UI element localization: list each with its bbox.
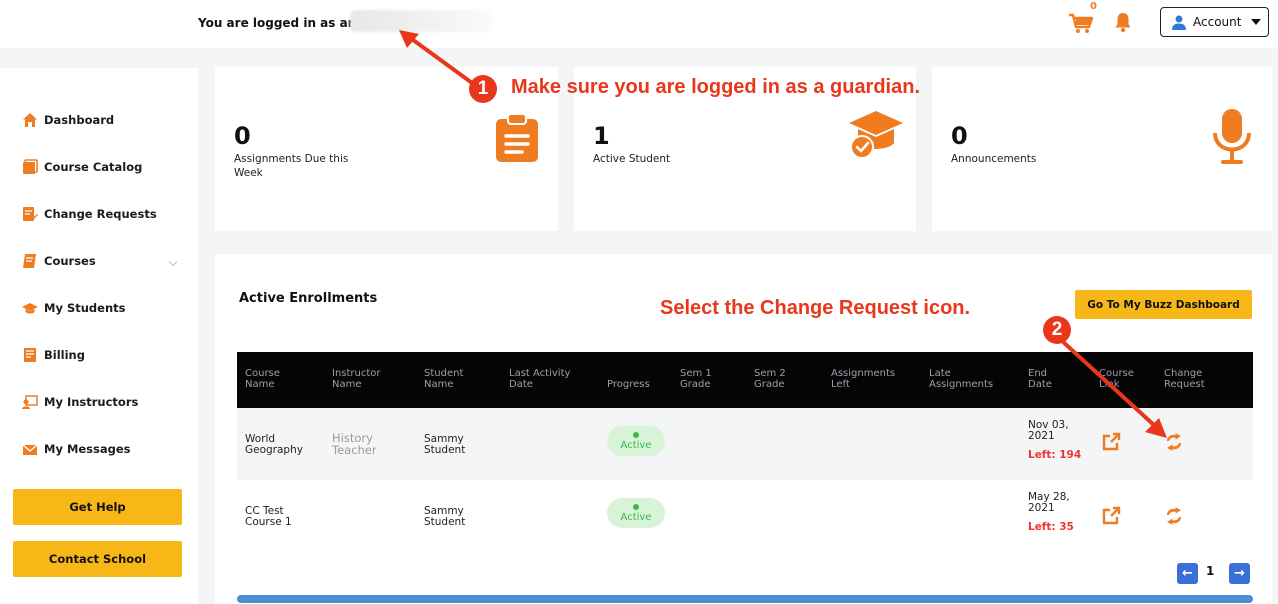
status-dot [633,431,639,438]
sidebar-item-courses[interactable]: Courses [22,249,182,273]
end-date-cell: May 28, 2021 [1028,491,1070,514]
sidebar-item-dashboard[interactable]: Dashboard [22,108,182,132]
sidebar-item-label: My Instructors [44,395,139,409]
stat-label: Assignments Due this Week [234,153,349,179]
active-enrollments-panel: Active Enrollments Select the Change Req… [215,254,1272,604]
column-header: Last Activity Date [509,368,571,390]
stat-card-announcements: 0 Announcements [932,67,1272,231]
stat-number: 0 [951,122,968,150]
column-header: Sem 1 Grade [680,368,712,390]
student-name-cell: Sammy Student [424,505,466,528]
step-2-instruction: Select the Change Request icon. [660,297,971,319]
external-link-icon[interactable] [1101,506,1121,526]
sidebar: Dashboard Course Catalog Change Requests… [0,68,198,604]
cart-count-badge: 0 [1090,1,1097,12]
course-name-cell: CC Test Course 1 [245,505,292,528]
sidebar-item-label: Change Requests [44,207,157,221]
column-header: Late Assignments [929,368,994,390]
top-bar: You are logged in as an 0 Account [0,0,1278,48]
column-header: Student Name [424,368,464,390]
instructor-icon [22,395,38,409]
sidebar-item-label: My Messages [44,442,131,456]
login-status-text: You are logged in as an [198,16,357,30]
graduation-cap-icon [22,303,38,314]
student-name-cell: Sammy Student [424,433,466,456]
sidebar-item-billing[interactable]: Billing [22,343,182,367]
sidebar-item-course-catalog[interactable]: Course Catalog [22,155,182,179]
stat-number: 0 [234,122,251,150]
status-dot [633,503,639,510]
next-page-button[interactable]: → [1229,563,1250,584]
user-icon [1172,15,1186,30]
column-header: Sem 2 Grade [754,368,786,390]
stat-label: Announcements [951,153,1037,165]
catalog-icon [23,159,38,174]
status-badge: Active [607,498,665,528]
column-header: End Date [1028,368,1052,390]
sidebar-item-label: Dashboard [44,113,115,127]
column-header: Instructor Name [332,368,381,390]
messages-icon [22,444,38,455]
buzz-dashboard-button[interactable]: Go To My Buzz Dashboard [1075,290,1252,319]
stat-number: 1 [593,122,610,150]
annotation-arrow [1059,338,1167,438]
stat-card-assignments: 0 Assignments Due this Week [215,67,558,231]
get-help-button[interactable]: Get Help [13,489,182,525]
stat-label: Active Student [593,153,671,165]
change-requests-icon [23,207,38,221]
step-1-instruction: Make sure you are logged in as a guardia… [511,76,921,98]
course-name-cell: World Geography [245,433,303,456]
courses-icon [23,254,36,268]
prev-page-button[interactable]: ← [1177,563,1198,584]
change-request-icon[interactable] [1164,506,1184,526]
sidebar-item-label: Courses [44,254,96,268]
days-left-text: Left: 35 [1028,521,1074,533]
sidebar-item-my-students[interactable]: My Students [22,296,182,320]
sidebar-item-change-requests[interactable]: Change Requests [22,202,182,226]
sidebar-item-label: Billing [44,348,85,362]
column-header: Course Name [245,368,280,390]
status-badge: Active [607,426,665,456]
sidebar-item-label: My Students [44,301,126,315]
microphone-icon [1213,109,1251,164]
home-icon [23,113,37,127]
clipboard-icon [496,113,538,162]
table-row: CC Test Course 1 Sammy Student Active May … [237,480,1253,552]
horizontal-scrollbar[interactable] [237,595,1253,603]
chevron-down-icon [168,257,178,267]
billing-icon [24,348,36,362]
caret-down-icon [1251,19,1262,25]
days-left-text: Left: 194 [1028,449,1082,461]
column-header: Assignments Left [831,368,896,390]
account-label: Account [1193,15,1242,29]
contact-school-button[interactable]: Contact School [13,541,182,577]
sidebar-item-my-instructors[interactable]: My Instructors [22,390,182,414]
bell-icon[interactable] [1114,11,1132,33]
section-title: Active Enrollments [239,291,378,306]
current-page-number: 1 [1206,564,1215,578]
cart-icon[interactable] [1068,12,1094,34]
graduation-cap-icon [849,111,903,159]
column-header: Progress [607,379,650,390]
sidebar-item-label: Course Catalog [44,160,143,174]
sidebar-item-my-messages[interactable]: My Messages [22,437,182,461]
account-dropdown-button[interactable]: Account [1160,7,1269,37]
annotation-arrow [399,30,481,90]
instructor-name-cell: History Teacher [332,431,377,457]
